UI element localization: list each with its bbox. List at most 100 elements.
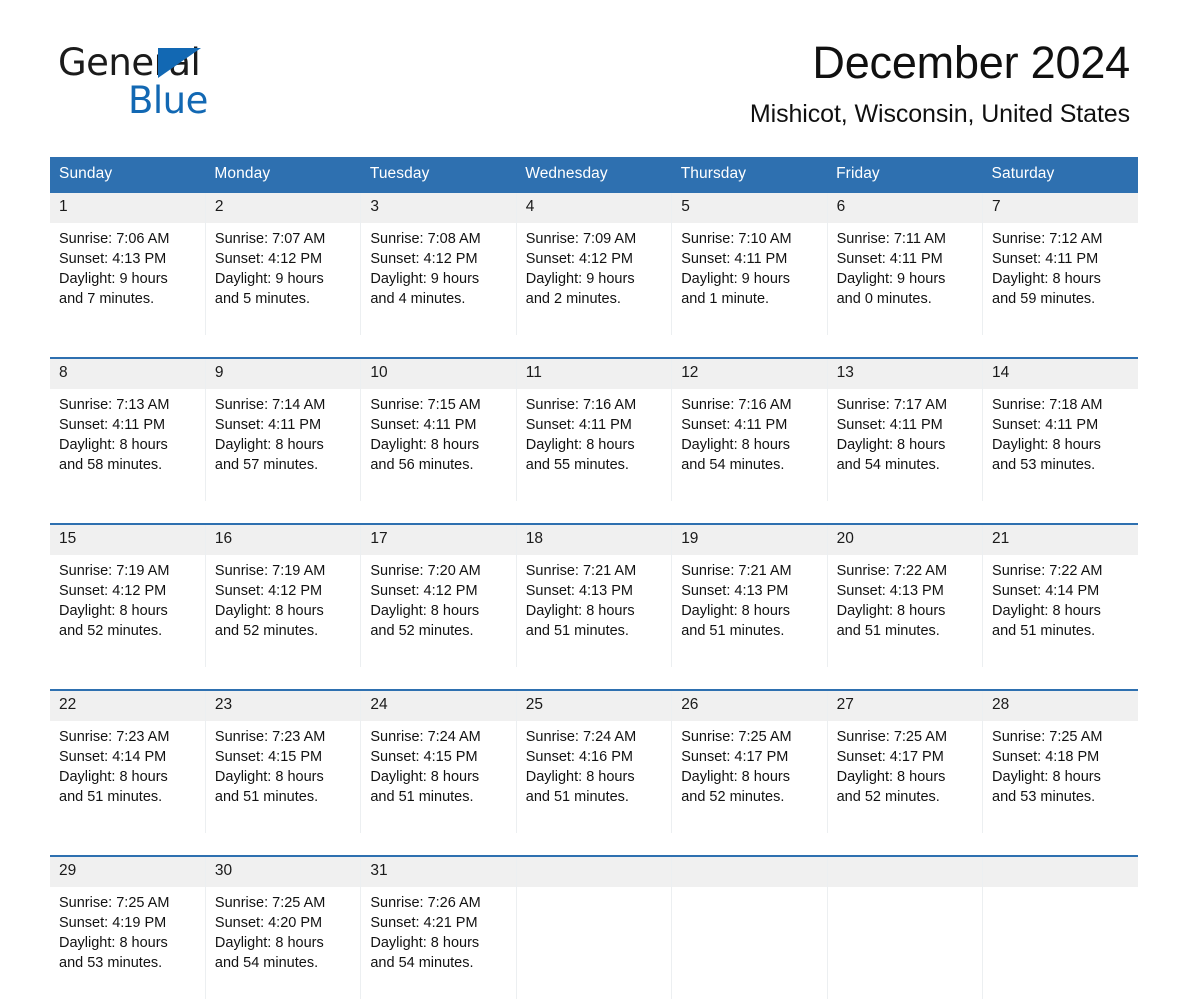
calendar-day-cell[interactable]: 25 Sunrise: 7:24 AM Sunset: 4:16 PM Dayligh… [515, 689, 672, 833]
calendar-day-cell[interactable]: 31 Sunrise: 7:26 AM Sunset: 4:21 PM Dayligh… [360, 855, 517, 999]
calendar-week-row: 29 Sunrise: 7:25 AM Sunset: 4:19 PM Dayligh… [50, 855, 1138, 999]
calendar-day-cell[interactable]: 29 Sunrise: 7:25 AM Sunset: 4:19 PM Dayligh… [50, 855, 206, 999]
day-detail-body: Sunrise: 7:08 AM Sunset: 4:12 PM Daylight:… [361, 223, 515, 335]
calendar-day-cell[interactable]: 8 Sunrise: 7:13 AM Sunset: 4:11 PM Daylight… [50, 357, 206, 501]
day-detail-body: Sunrise: 7:23 AM Sunset: 4:15 PM Daylight:… [206, 721, 360, 833]
day-sun-details: Sunrise: 7:18 AM Sunset: 4:11 PM Daylight:… [983, 389, 1138, 475]
sunset-time: Sunset: 4:11 PM [992, 417, 1099, 433]
title-block: December 2024 Mishicot, Wisconsin, Unite… [370, 38, 1130, 129]
daylight-duration-line2: and 52 minutes. [370, 623, 474, 639]
calendar-day-cell[interactable]: 2 Sunrise: 7:07 AM Sunset: 4:12 PM Daylight… [204, 191, 361, 335]
daylight-duration-line1: Daylight: 8 hours [681, 603, 790, 619]
week-spacer-cell [50, 501, 206, 524]
calendar-day-cell[interactable]: 12 Sunrise: 7:16 AM Sunset: 4:11 PM Dayligh… [671, 357, 828, 501]
day-detail-body: Sunrise: 7:21 AM Sunset: 4:13 PM Daylight:… [517, 555, 671, 667]
calendar-day-cell[interactable]: 26 Sunrise: 7:25 AM Sunset: 4:17 PM Dayligh… [671, 689, 828, 833]
calendar-day-cell[interactable]: 6 Sunrise: 7:11 AM Sunset: 4:11 PM Daylight… [826, 191, 983, 335]
day-number: 15 [50, 525, 205, 555]
calendar-day-cell[interactable]: 16 Sunrise: 7:19 AM Sunset: 4:12 PM Dayligh… [204, 523, 361, 667]
calendar-day-cell[interactable]: 18 Sunrise: 7:21 AM Sunset: 4:13 PM Dayligh… [515, 523, 672, 667]
week-spacer-cell [360, 667, 517, 690]
sunset-time: Sunset: 4:12 PM [214, 251, 323, 267]
calendar-day-cell[interactable]: 20 Sunrise: 7:22 AM Sunset: 4:13 PM Dayligh… [826, 523, 983, 667]
calendar-day-cell[interactable]: 10 Sunrise: 7:15 AM Sunset: 4:11 PM Dayligh… [360, 357, 517, 501]
day-number: 13 [827, 359, 983, 389]
day-number: 3 [361, 193, 516, 223]
calendar-day-cell[interactable]: 15 Sunrise: 7:19 AM Sunset: 4:12 PM Dayligh… [50, 523, 206, 667]
sunrise-time: Sunrise: 7:13 AM [59, 397, 170, 413]
day-detail-body: Sunrise: 7:13 AM Sunset: 4:11 PM Daylight:… [50, 389, 205, 501]
daylight-duration-line1: Daylight: 8 hours [681, 437, 790, 453]
week-spacer-cell [360, 833, 517, 856]
day-detail-body: Sunrise: 7:10 AM Sunset: 4:11 PM Daylight:… [672, 223, 826, 335]
day-sun-details: Sunrise: 7:25 AM Sunset: 4:19 PM Daylight:… [50, 887, 205, 973]
day-number: 5 [672, 193, 827, 223]
calendar-day-cell[interactable]: 3 Sunrise: 7:08 AM Sunset: 4:12 PM Daylight… [360, 191, 517, 335]
calendar-day-cell[interactable]: 7 Sunrise: 7:12 AM Sunset: 4:11 PM Daylight… [982, 191, 1138, 335]
week-spacer-cell [671, 501, 828, 524]
day-sun-details: Sunrise: 7:20 AM Sunset: 4:12 PM Daylight:… [361, 555, 515, 641]
logo-word-blue: Blue [128, 79, 208, 122]
calendar-day-cell-empty [826, 855, 983, 999]
calendar-day-cell[interactable]: 22 Sunrise: 7:23 AM Sunset: 4:14 PM Dayligh… [50, 689, 206, 833]
day-sun-details: Sunrise: 7:24 AM Sunset: 4:15 PM Daylight:… [361, 721, 515, 807]
sunset-time: Sunset: 4:12 PM [59, 583, 167, 599]
day-number: 11 [516, 359, 672, 389]
daylight-duration-line2: and 1 minute. [681, 291, 770, 307]
week-spacer-cell [671, 833, 828, 856]
week-spacer-cell [982, 667, 1138, 690]
calendar-day-cell[interactable]: 19 Sunrise: 7:21 AM Sunset: 4:13 PM Dayligh… [671, 523, 828, 667]
daylight-duration-line1: Daylight: 9 hours [59, 271, 168, 287]
calendar-day-cell[interactable]: 24 Sunrise: 7:24 AM Sunset: 4:15 PM Dayligh… [360, 689, 517, 833]
day-number: 17 [361, 525, 516, 555]
generalblue-logo[interactable]: General Blue [58, 44, 318, 119]
sunrise-time: Sunrise: 7:16 AM [681, 397, 792, 413]
daylight-duration-line1: Daylight: 8 hours [992, 271, 1101, 287]
daylight-duration-line2: and 0 minutes. [836, 291, 932, 307]
week-spacer-cell [827, 667, 983, 690]
calendar-day-cell[interactable]: 9 Sunrise: 7:14 AM Sunset: 4:11 PM Daylight… [204, 357, 361, 501]
day-detail-body: Sunrise: 7:17 AM Sunset: 4:11 PM Daylight:… [828, 389, 982, 501]
day-detail-body: Sunrise: 7:06 AM Sunset: 4:13 PM Daylight:… [50, 223, 205, 335]
week-spacer-cell [671, 667, 828, 690]
calendar-day-cell[interactable]: 21 Sunrise: 7:22 AM Sunset: 4:14 PM Dayligh… [982, 523, 1138, 667]
day-number: 12 [672, 359, 827, 389]
calendar-day-cell[interactable]: 27 Sunrise: 7:25 AM Sunset: 4:17 PM Dayligh… [826, 689, 983, 833]
day-number: 8 [50, 359, 205, 389]
day-detail-body: Sunrise: 7:24 AM Sunset: 4:15 PM Daylight:… [361, 721, 515, 833]
day-detail-body: Sunrise: 7:25 AM Sunset: 4:17 PM Daylight:… [828, 721, 982, 833]
calendar-day-cell[interactable]: 11 Sunrise: 7:16 AM Sunset: 4:11 PM Dayligh… [515, 357, 672, 501]
calendar-day-cell[interactable]: 4 Sunrise: 7:09 AM Sunset: 4:12 PM Daylight… [515, 191, 672, 335]
day-detail-body: Sunrise: 7:25 AM Sunset: 4:19 PM Daylight:… [50, 887, 205, 999]
daylight-duration-line2: and 52 minutes. [681, 789, 785, 805]
day-number: 2 [205, 193, 361, 223]
day-sun-details: Sunrise: 7:25 AM Sunset: 4:17 PM Daylight:… [828, 721, 982, 807]
calendar-week-row: 8 Sunrise: 7:13 AM Sunset: 4:11 PM Daylight… [50, 357, 1138, 501]
daylight-duration-line2: and 56 minutes. [370, 457, 474, 473]
calendar-day-cell[interactable]: 23 Sunrise: 7:23 AM Sunset: 4:15 PM Dayligh… [204, 689, 361, 833]
calendar-day-cell[interactable]: 1 Sunrise: 7:06 AM Sunset: 4:13 PM Daylight… [50, 191, 206, 335]
calendar-day-cell[interactable]: 28 Sunrise: 7:25 AM Sunset: 4:18 PM Dayligh… [982, 689, 1138, 833]
daylight-duration-line2: and 54 minutes. [681, 457, 785, 473]
day-number [672, 857, 827, 887]
daylight-duration-line1: Daylight: 8 hours [836, 437, 946, 453]
calendar-day-cell[interactable]: 14 Sunrise: 7:18 AM Sunset: 4:11 PM Dayligh… [982, 357, 1138, 501]
daylight-duration-line2: and 54 minutes. [214, 955, 319, 971]
day-detail-body: Sunrise: 7:09 AM Sunset: 4:12 PM Daylight:… [517, 223, 671, 335]
week-spacer-cell [516, 833, 672, 856]
daylight-duration-line1: Daylight: 8 hours [992, 437, 1101, 453]
calendar-day-cell-empty [982, 855, 1138, 999]
logo-text-general: General [58, 44, 201, 81]
calendar-day-cell[interactable]: 17 Sunrise: 7:20 AM Sunset: 4:12 PM Dayligh… [360, 523, 517, 667]
week-spacer-cell [360, 501, 517, 524]
day-sun-details: Sunrise: 7:14 AM Sunset: 4:11 PM Daylight:… [206, 389, 360, 475]
calendar-day-cell[interactable]: 5 Sunrise: 7:10 AM Sunset: 4:11 PM Daylight… [671, 191, 828, 335]
sunrise-time: Sunrise: 7:20 AM [370, 563, 481, 579]
week-spacer-row [50, 833, 1138, 856]
sunset-time: Sunset: 4:13 PM [681, 583, 789, 599]
calendar-day-cell[interactable]: 13 Sunrise: 7:17 AM Sunset: 4:11 PM Dayligh… [826, 357, 983, 501]
sunset-time: Sunset: 4:21 PM [370, 915, 478, 931]
day-detail-body [828, 887, 982, 999]
calendar-day-cell[interactable]: 30 Sunrise: 7:25 AM Sunset: 4:20 PM Dayligh… [204, 855, 361, 999]
day-detail-body: Sunrise: 7:25 AM Sunset: 4:20 PM Daylight:… [206, 887, 360, 999]
